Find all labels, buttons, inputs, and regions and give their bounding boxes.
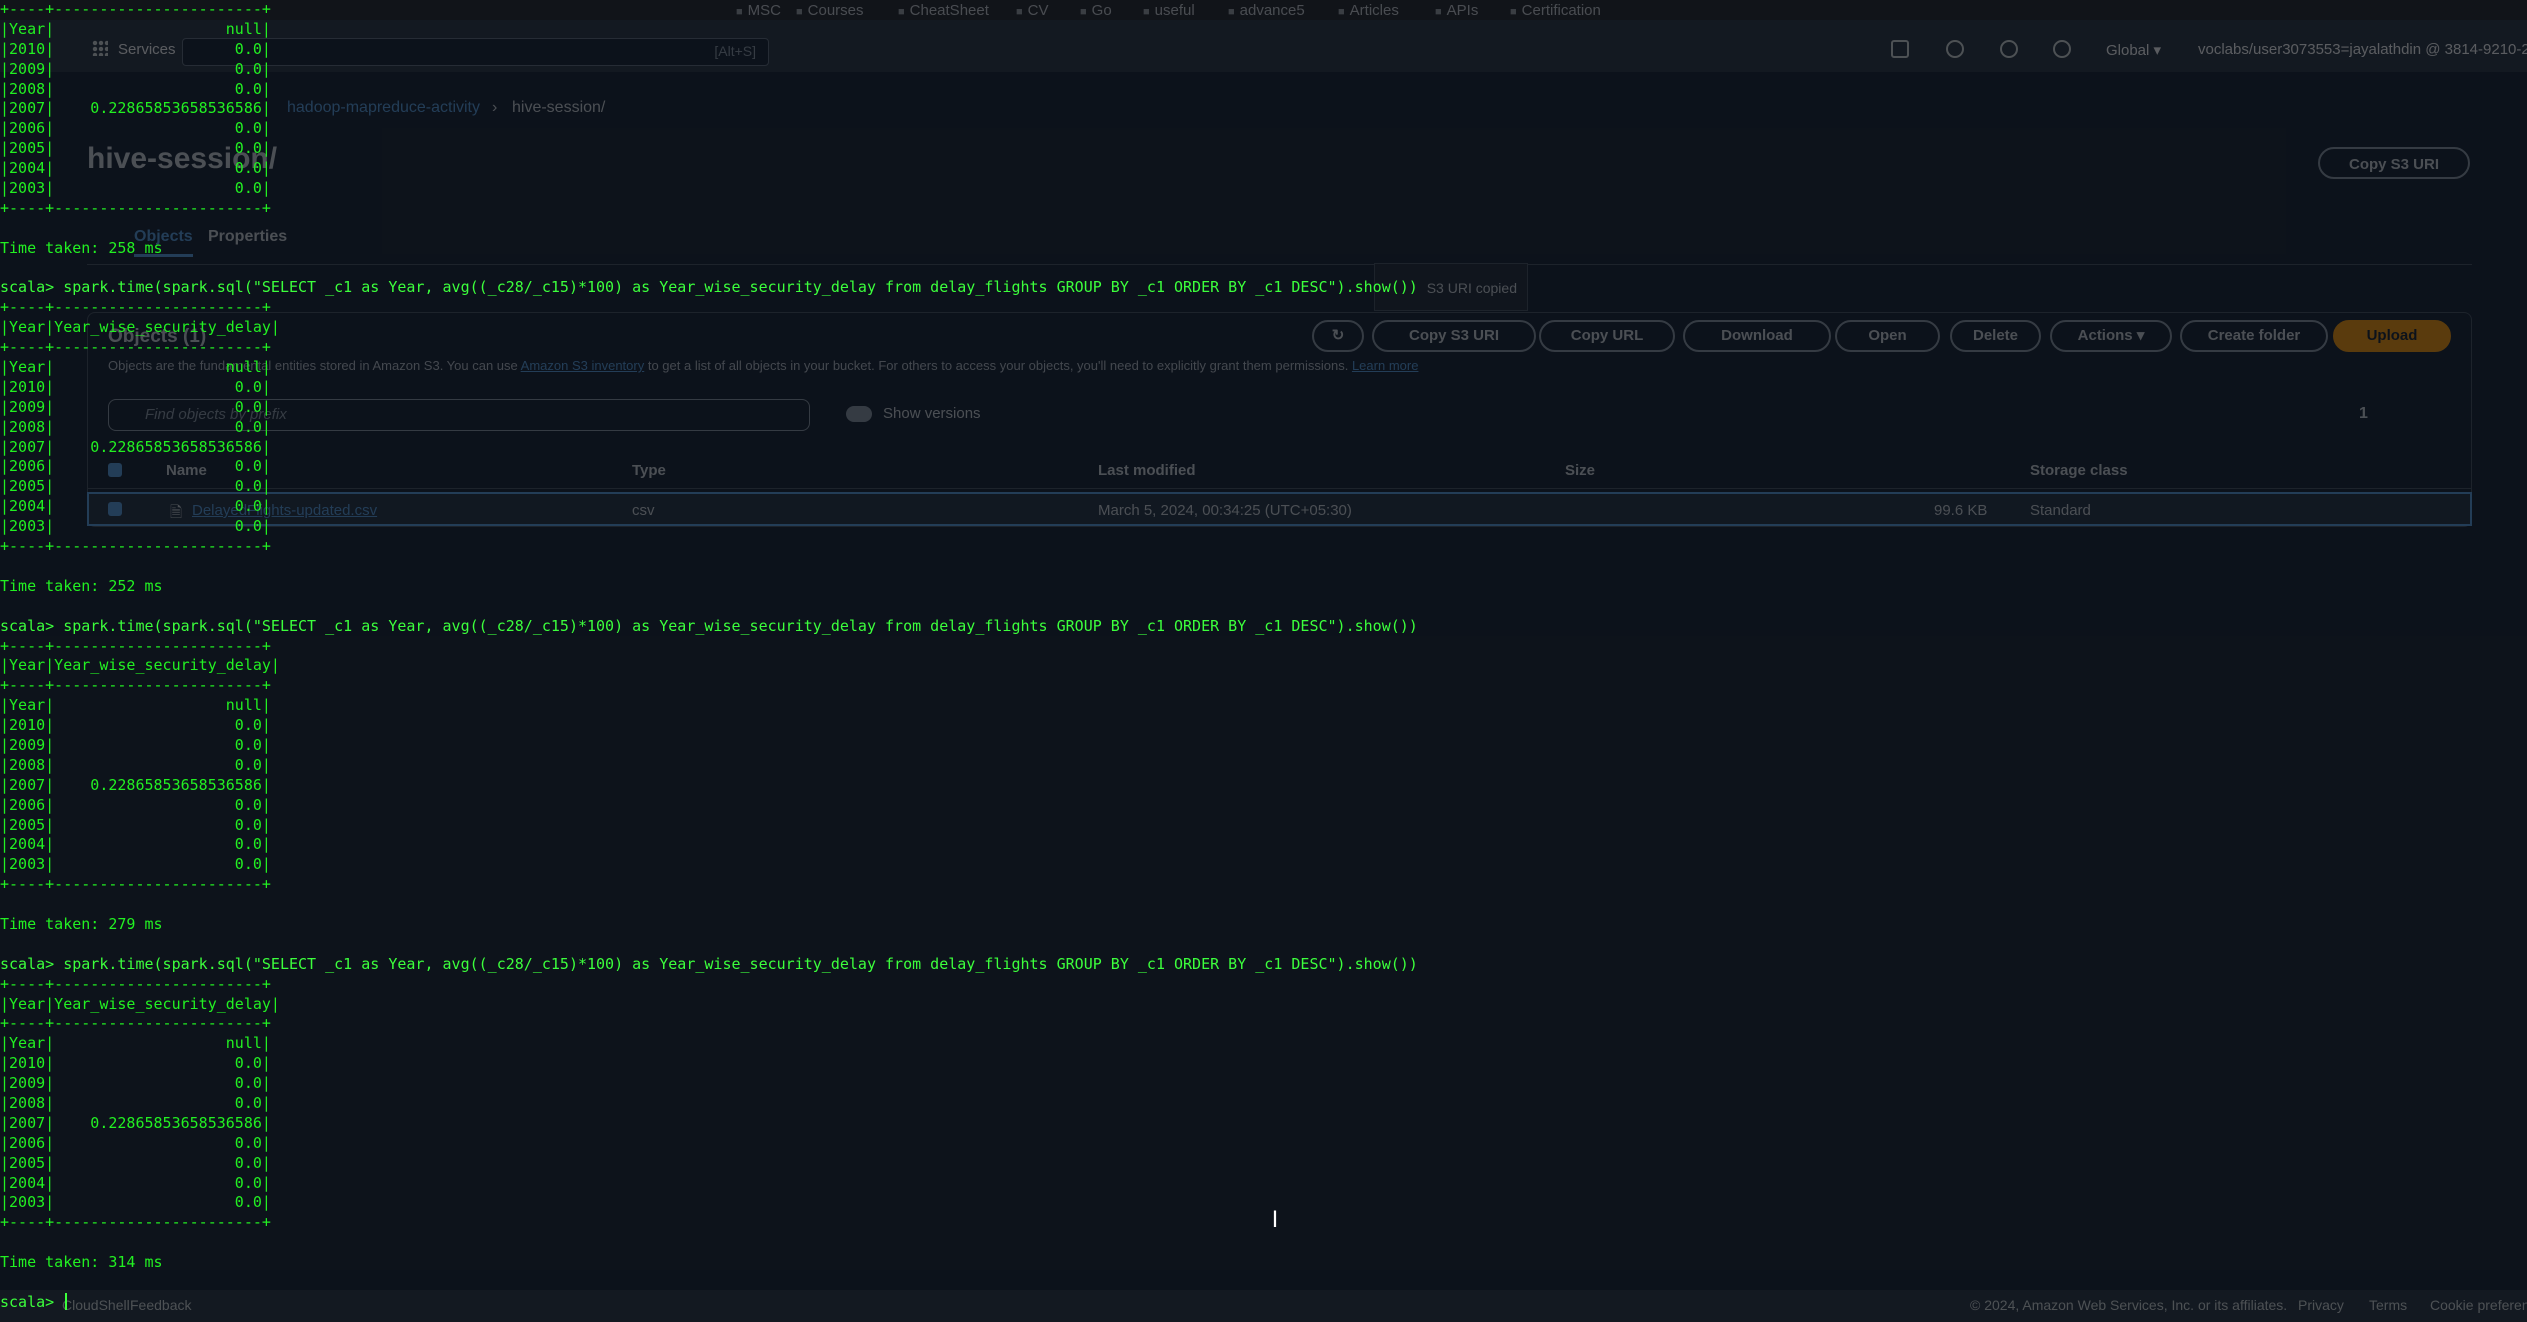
terminal-output-line: +----+-----------------------+ [0,1213,271,1232]
terminal-output-line: |2004| 0.0| [0,835,271,854]
terminal-output-line: |2006| 0.0| [0,1133,271,1152]
terminal-output-line [0,557,2527,577]
terminal-output-line: |2009| 0.0| [0,1074,271,1093]
terminal-output-line: +----+-----------------------+ [0,198,271,217]
terminal-output-line: +----+-----------------------+ [0,875,271,894]
terminal-output-line: |2005| 0.0| [0,1153,271,1172]
text-cursor [65,1292,68,1310]
terminal-output-line: |2008| 0.0| [0,755,271,774]
terminal-output-line [0,259,2527,279]
terminal-output-line: |2010| 0.0| [0,716,271,735]
terminal-output-line: Time taken: 258 ms [0,238,163,257]
terminal-output-line: |Year| null| [0,19,271,38]
terminal-output-line: |2005| 0.0| [0,815,271,834]
terminal-output-line: |2010| 0.0| [0,1054,271,1073]
terminal-command-line: scala> spark.time(spark.sql("SELECT _c1 … [0,954,1418,973]
terminal-output-line: |2008| 0.0| [0,1093,271,1112]
terminal-output-line: |2003| 0.0| [0,1193,271,1212]
terminal-output-line [0,935,2527,955]
terminal-output-line: +----+-----------------------+ [0,298,271,317]
terminal-output-line: Time taken: 314 ms [0,1253,163,1272]
terminal-command-line: scala> spark.time(spark.sql("SELECT _c1 … [0,616,1418,635]
terminal-output-line [0,1273,2527,1293]
terminal-output-line: |2004| 0.0| [0,1173,271,1192]
terminal-output-line [0,1233,2527,1253]
terminal-output-line: |2009| 0.0| [0,397,271,416]
terminal-output-line: |2003| 0.0| [0,855,271,874]
terminal-output-line: |Year|Year_wise_security_delay| [0,994,280,1013]
terminal-output-line: +----+-----------------------+ [0,974,271,993]
terminal-output-line: |Year|Year_wise_security_delay| [0,318,280,337]
terminal-output-line: |2007| 0.22865853658536586| [0,775,271,794]
terminal-output-line: |Year| null| [0,358,271,377]
terminal-command-line: scala> spark.time(spark.sql("SELECT _c1 … [0,278,1418,297]
terminal-output: +----+-----------------------+ |Year| nul… [0,0,2527,1293]
terminal-output-line [0,597,2527,617]
terminal-output-line: |2006| 0.0| [0,457,271,476]
terminal-output-line [0,895,2527,915]
terminal-output-line: |2006| 0.0| [0,119,271,138]
terminal-output-line: +----+-----------------------+ [0,676,271,695]
scala-prompt: scala> [0,1292,64,1311]
terminal-output-line: |2007| 0.22865853658536586| [0,437,271,456]
terminal-output-line: |2005| 0.0| [0,477,271,496]
terminal-output-line: +----+-----------------------+ [0,338,271,357]
terminal-output-line: Time taken: 279 ms [0,914,163,933]
terminal-output-line [0,219,2527,239]
terminal-output-line: |2003| 0.0| [0,179,271,198]
terminal-output-line: +----+-----------------------+ [0,0,271,18]
terminal-output-line: |2009| 0.0| [0,735,271,754]
terminal-output-line: |2004| 0.0| [0,497,271,516]
terminal-output-line: +----+-----------------------+ [0,537,271,556]
terminal-output-line: |2008| 0.0| [0,79,271,98]
spark-shell-terminal[interactable]: +----+-----------------------+ |Year| nul… [0,0,2527,1322]
terminal-output-line: +----+-----------------------+ [0,636,271,655]
terminal-output-line: |2009| 0.0| [0,59,271,78]
terminal-output-line: |2008| 0.0| [0,417,271,436]
terminal-output-line: |Year| null| [0,696,271,715]
terminal-output-line: |2005| 0.0| [0,139,271,158]
terminal-output-line: |2007| 0.22865853658536586| [0,1113,271,1132]
text-cursor-icon: I [1271,1208,1279,1233]
terminal-output-line: |2007| 0.22865853658536586| [0,99,271,118]
terminal-output-line: |2010| 0.0| [0,39,271,58]
terminal-output-line: |2010| 0.0| [0,377,271,396]
terminal-output-line: |Year| null| [0,1034,271,1053]
terminal-output-line: +----+-----------------------+ [0,1014,271,1033]
terminal-output-line: |2004| 0.0| [0,159,271,178]
terminal-output-line: Time taken: 252 ms [0,576,163,595]
terminal-output-line: |Year|Year_wise_security_delay| [0,656,280,675]
terminal-output-line: |2006| 0.0| [0,795,271,814]
terminal-output-line: |2003| 0.0| [0,517,271,536]
terminal-prompt-line[interactable]: scala> [0,1292,2527,1313]
